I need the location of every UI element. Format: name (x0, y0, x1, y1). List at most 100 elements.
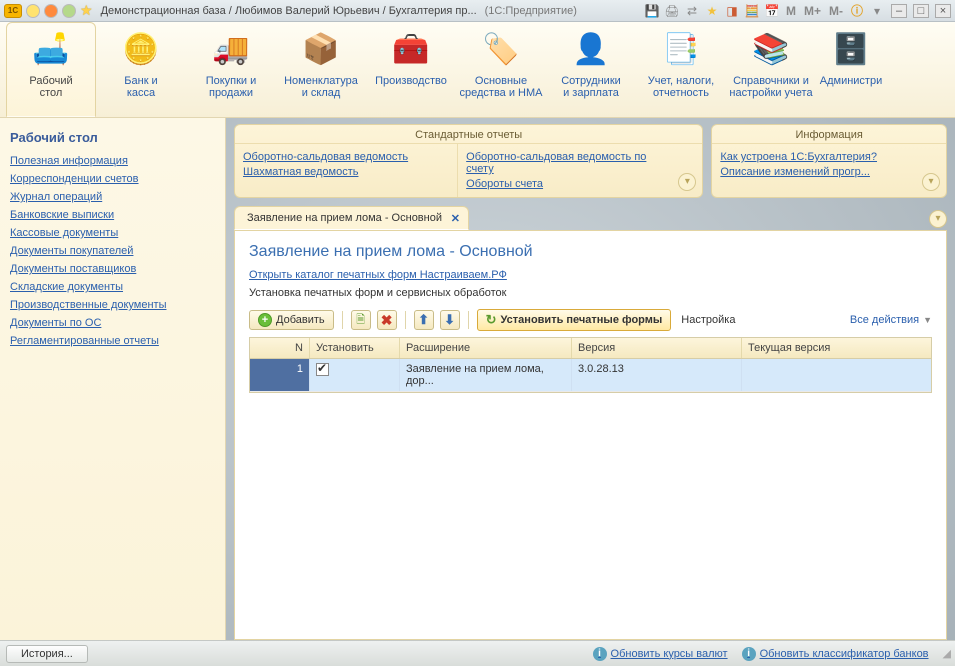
col-n[interactable]: N (250, 338, 310, 358)
report-link[interactable]: Обороты счета (466, 178, 672, 190)
close-icon[interactable]: ✕ (451, 212, 460, 225)
sidebar-item-7[interactable]: Складские документы (10, 281, 215, 293)
all-actions-menu[interactable]: Все действия▼ (850, 314, 932, 326)
sidebar-item-1[interactable]: Корреспонденции счетов (10, 173, 215, 185)
sidebar-item-0[interactable]: Полезная информация (10, 155, 215, 167)
report-link[interactable]: Оборотно-сальдовая ведомость по счету (466, 151, 672, 175)
col-set[interactable]: Установить (310, 338, 400, 358)
sidebar: Рабочий стол Полезная информация Корресп… (0, 118, 226, 640)
server-icon: 🗄️ (830, 29, 872, 71)
grid-header: N Установить Расширение Версия Текущая в… (250, 338, 931, 359)
mem-M[interactable]: M (784, 4, 798, 18)
calendar-icon[interactable]: 📅 (764, 4, 780, 18)
doc-subtitle: Установка печатных форм и сервисных обра… (249, 287, 932, 299)
minimize-button[interactable]: – (891, 4, 907, 18)
col-cur[interactable]: Текущая версия (742, 338, 931, 358)
report-icon: 📑 (660, 29, 702, 71)
move-up-button[interactable]: ⬆ (414, 310, 434, 330)
ribbon-catalog[interactable]: 📚 Справочники и настройки учета (726, 22, 816, 117)
doc-tab-label: Заявление на прием лома - Основной (247, 212, 442, 224)
sidebar-item-2[interactable]: Журнал операций (10, 191, 215, 203)
ribbon-hr[interactable]: 👤 Сотрудники и зарплата (546, 22, 636, 117)
ribbon-assets[interactable]: 🏷️ Основные средства и НМА (456, 22, 546, 117)
reload-icon: ↻ (486, 312, 497, 328)
window-dot-3[interactable] (62, 4, 76, 18)
title-bar: 1C ★ Демонстрационная база / Любимов Вал… (0, 0, 955, 22)
ribbon-desktop[interactable]: 🛋️ Рабочий стол (6, 22, 96, 117)
panel-reports-title: Стандартные отчеты (235, 125, 702, 144)
update-rates-link[interactable]: i Обновить курсы валют (593, 647, 728, 661)
window-dot-1[interactable] (26, 4, 40, 18)
checkbox-icon[interactable] (316, 363, 329, 376)
col-ver[interactable]: Версия (572, 338, 742, 358)
page-title: Заявление на прием лома - Основной (249, 243, 932, 261)
delete-button[interactable]: ✖ (377, 310, 397, 330)
close-window-button[interactable]: × (935, 4, 951, 18)
sidebar-item-5[interactable]: Документы покупателей (10, 245, 215, 257)
tab-more-icon[interactable]: ▾ (929, 210, 947, 228)
panel-more-icon[interactable]: ▾ (922, 173, 940, 191)
open-catalog-link[interactable]: Открыть каталог печатных форм Настраивае… (249, 269, 507, 281)
print-icon[interactable]: 🖨 (664, 4, 680, 18)
ribbon-production[interactable]: 🧰 Производство (366, 22, 456, 117)
flag-icon[interactable]: ◨ (724, 4, 740, 18)
star-icon[interactable]: ★ (80, 2, 93, 19)
save-icon[interactable]: 💾 (644, 4, 660, 18)
cell-set[interactable] (310, 359, 400, 391)
compare-icon[interactable]: ⇄ (684, 4, 700, 18)
calc-icon[interactable]: 🧮 (744, 4, 760, 18)
doc-tab[interactable]: Заявление на прием лома - Основной ✕ (234, 206, 469, 230)
ribbon-stock[interactable]: 📦 Номенклатура и склад (276, 22, 366, 117)
boxes-icon: 📦 (300, 29, 342, 71)
maximize-button[interactable]: □ (913, 4, 929, 18)
cell-ext: Заявление на прием лома, дор... (400, 359, 572, 391)
dropdown-icon[interactable]: ▾ (869, 4, 885, 18)
sidebar-item-4[interactable]: Кассовые документы (10, 227, 215, 239)
history-button[interactable]: История... (6, 645, 88, 663)
ribbon-bank[interactable]: 🪙 Банк и касса (96, 22, 186, 117)
copy-button[interactable]: 🗎 (351, 310, 371, 330)
settings-link[interactable]: Настройка (681, 314, 735, 326)
section-ribbon: 🛋️ Рабочий стол 🪙 Банк и касса 🚚 Покупки… (0, 22, 955, 118)
sidebar-heading: Рабочий стол (10, 130, 215, 145)
install-forms-button[interactable]: ↻ Установить печатные формы (477, 309, 672, 331)
add-button[interactable]: + Добавить (249, 310, 334, 330)
desktop-icon: 🛋️ (30, 29, 72, 71)
ribbon-label: Рабочий стол (29, 75, 72, 99)
move-down-button[interactable]: ⬇ (440, 310, 460, 330)
sidebar-item-10[interactable]: Регламентированные отчеты (10, 335, 215, 347)
books-icon: 📚 (750, 29, 792, 71)
truck-icon: 🚚 (210, 29, 252, 71)
sidebar-item-9[interactable]: Документы по ОС (10, 317, 215, 329)
col-ext[interactable]: Расширение (400, 338, 572, 358)
update-banks-link[interactable]: i Обновить классификатор банков (742, 647, 929, 661)
panel-info: Информация Как устроена 1С:Бухгалтерия? … (711, 124, 947, 198)
forms-grid: N Установить Расширение Версия Текущая в… (249, 337, 932, 393)
ribbon-tax[interactable]: 📑 Учет, налоги, отчетность (636, 22, 726, 117)
sidebar-item-6[interactable]: Документы поставщиков (10, 263, 215, 275)
mem-Mminus[interactable]: M- (827, 4, 845, 18)
report-link[interactable]: Шахматная ведомость (243, 166, 449, 178)
doc-page: Заявление на прием лома - Основной Откры… (234, 230, 947, 640)
favorite-icon[interactable]: ★ (704, 4, 720, 18)
coins-icon: 🪙 (120, 29, 162, 71)
table-row[interactable]: 1 Заявление на прием лома, дор... 3.0.28… (250, 359, 931, 392)
resize-grip-icon[interactable]: ◢ (943, 647, 949, 660)
info-link[interactable]: Как устроена 1С:Бухгалтерия? (720, 151, 916, 163)
window-title: Демонстрационная база / Любимов Валерий … (97, 5, 477, 17)
toolbox-icon: 🧰 (390, 29, 432, 71)
ribbon-admin[interactable]: 🗄️ Администри (816, 22, 886, 117)
sidebar-item-8[interactable]: Производственные документы (10, 299, 215, 311)
mem-Mplus[interactable]: M+ (802, 4, 823, 18)
cell-cur (742, 359, 931, 391)
plus-icon: + (258, 313, 272, 327)
sidebar-item-3[interactable]: Банковские выписки (10, 209, 215, 221)
info-icon[interactable]: ⓘ (849, 2, 865, 19)
toolbar: + Добавить 🗎 ✖ ⬆ ⬇ ↻ Установить печатные… (249, 309, 932, 331)
cell-ver: 3.0.28.13 (572, 359, 742, 391)
tab-row: Заявление на прием лома - Основной ✕ ▾ (226, 206, 955, 230)
window-dot-2[interactable] (44, 4, 58, 18)
info-link[interactable]: Описание изменений прогр... (720, 166, 916, 178)
report-link[interactable]: Оборотно-сальдовая ведомость (243, 151, 449, 163)
ribbon-trade[interactable]: 🚚 Покупки и продажи (186, 22, 276, 117)
